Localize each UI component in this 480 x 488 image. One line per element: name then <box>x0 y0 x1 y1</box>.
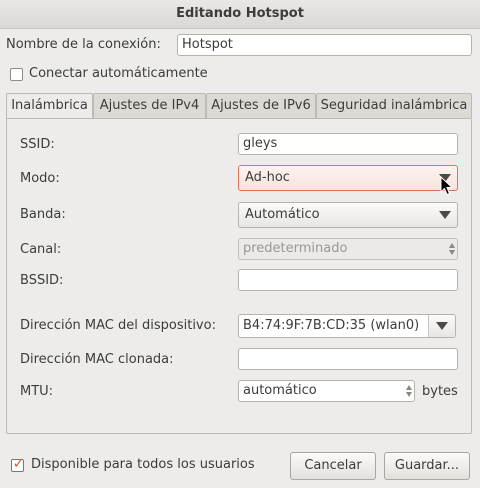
autoconnect-label: Conectar automáticamente <box>29 66 208 81</box>
band-label: Banda: <box>20 207 66 222</box>
spin-down-icon[interactable] <box>406 392 412 397</box>
chevron-down-icon <box>439 211 451 219</box>
all-users-label: Disponible para todos los usuarios <box>31 457 255 472</box>
spin-down-icon <box>449 250 455 255</box>
mtu-unit-label: bytes <box>422 384 458 399</box>
mouse-pointer-icon <box>440 176 454 196</box>
mtu-spinbox[interactable]: automático <box>238 380 415 402</box>
channel-spinbox: predeterminado <box>238 238 458 260</box>
chevron-down-icon <box>436 322 448 330</box>
bssid-input[interactable] <box>238 269 458 291</box>
window-title: Editando Hotspot <box>0 0 480 29</box>
band-value: Automático <box>245 207 320 222</box>
all-users-checkbox[interactable]: ✓ <box>11 456 25 472</box>
tab-ipv4[interactable]: Ajustes de IPv4 <box>93 93 206 118</box>
tab-ipv6[interactable]: Ajustes de IPv6 <box>206 93 316 118</box>
cancel-button[interactable]: Cancelar <box>290 452 376 480</box>
spin-up-icon[interactable] <box>406 385 412 390</box>
mtu-label: MTU: <box>20 384 54 399</box>
cloned-mac-label: Dirección MAC clonada: <box>20 352 174 367</box>
tab-wireless[interactable]: Inalámbrica <box>6 93 93 120</box>
channel-value: predeterminado <box>243 241 348 256</box>
connection-name-input[interactable]: Hotspot <box>177 34 472 56</box>
cloned-mac-input[interactable] <box>238 348 458 370</box>
channel-label: Canal: <box>20 242 62 257</box>
device-mac-combo[interactable]: B4:74:9F:7B:CD:35 (wlan0) <box>238 314 456 338</box>
mode-dropdown[interactable]: Ad-hoc <box>238 165 458 191</box>
ssid-label: SSID: <box>20 137 55 152</box>
device-mac-label: Dirección MAC del dispositivo: <box>20 318 216 333</box>
connection-name-label: Nombre de la conexión: <box>6 37 161 52</box>
device-mac-dropdown-button[interactable] <box>428 315 455 337</box>
checkmark-icon: ✓ <box>12 456 25 472</box>
spin-up-icon <box>449 243 455 248</box>
ssid-input[interactable]: gleys <box>238 133 458 155</box>
band-dropdown[interactable]: Automático <box>238 202 458 228</box>
device-mac-value: B4:74:9F:7B:CD:35 (wlan0) <box>243 318 420 333</box>
bssid-label: BSSID: <box>20 273 64 288</box>
mode-label: Modo: <box>20 171 60 186</box>
mtu-value: automático <box>243 383 317 398</box>
save-button[interactable]: Guardar... <box>384 452 470 480</box>
autoconnect-checkbox[interactable] <box>10 68 23 81</box>
mode-value: Ad-hoc <box>245 170 290 185</box>
tab-wireless-security[interactable]: Seguridad inalámbrica <box>316 93 472 118</box>
